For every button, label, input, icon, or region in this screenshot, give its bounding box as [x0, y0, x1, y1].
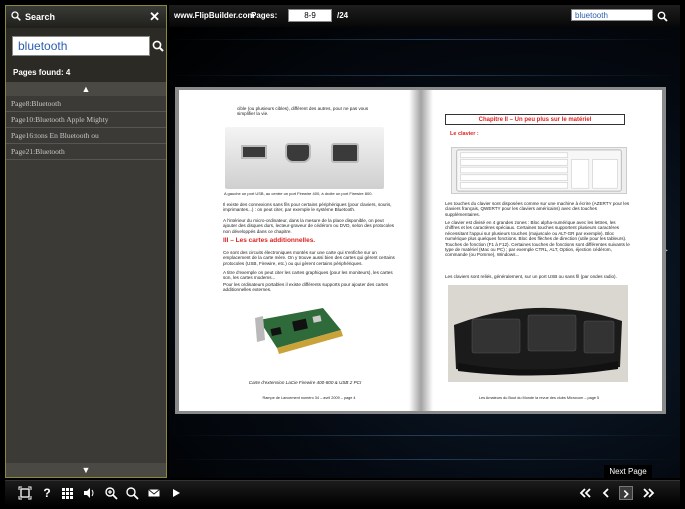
- search-row: [6, 30, 166, 62]
- section-heading: III – Les cartes additionnelles.: [223, 237, 316, 244]
- page-text: Pour les ordinateurs portables il existe…: [223, 282, 389, 293]
- first-page-icon[interactable]: [578, 486, 592, 500]
- book-spine: [409, 90, 433, 411]
- page-text: Les claviers sont reliés, généralement, …: [445, 274, 617, 279]
- search-panel: Search ✕ Pages found: 4 ▲ Page8:Bluetoot…: [5, 5, 167, 478]
- usb-firewire-ports-photo: [225, 127, 384, 189]
- microsoft-keyboard-photo: [448, 285, 628, 382]
- search-header: Search ✕: [6, 6, 166, 28]
- page-text: A titre d'exemple on peut citer les cart…: [223, 270, 393, 281]
- search-button-icon[interactable]: [152, 39, 164, 57]
- page-footer: Les Amateurs du Bout du Monde la revue d…: [478, 396, 600, 400]
- page-text: Les touches du clavier sont disposées co…: [445, 201, 630, 217]
- site-link[interactable]: www.FlipBuilder.com: [174, 11, 255, 20]
- search-icon[interactable]: [125, 486, 139, 500]
- search-result-item[interactable]: Page10:Bluetooth Apple Mighty: [6, 112, 166, 128]
- page-text: cible (ou plusieurs cibles), différent d…: [237, 106, 369, 117]
- sound-icon[interactable]: [82, 486, 96, 500]
- scroll-down-icon[interactable]: ▼: [6, 463, 166, 477]
- chapter-title-box: Chapitre II – Un peu plus sur le matérie…: [445, 114, 625, 125]
- search-result-item[interactable]: Page21:Bluetooth: [6, 144, 166, 160]
- email-icon[interactable]: [147, 486, 161, 500]
- background-streak: [169, 435, 680, 436]
- flipbook-app: Search ✕ Pages found: 4 ▲ Page8:Bluetoot…: [0, 0, 685, 509]
- page-footer: Rampe de Lancement numéro 34 – avril 200…: [262, 396, 356, 400]
- thumbnails-icon[interactable]: [60, 486, 74, 500]
- bottom-toolbar: ?: [5, 480, 680, 506]
- fit-icon[interactable]: [18, 486, 32, 500]
- page-text-highlighted: Il existe des connexions sans fils pour …: [223, 202, 392, 213]
- expansion-card-photo: [255, 308, 343, 354]
- background-streak: [169, 39, 680, 40]
- scroll-up-icon[interactable]: ▲: [6, 82, 166, 96]
- page-right[interactable]: Chapitre II – Un peu plus sur le matérie…: [421, 90, 662, 411]
- top-bar: www.FlipBuilder.com Pages: 8-9 /24 bluet…: [169, 5, 680, 27]
- search-result-item[interactable]: Page16:tons En Bluetooth ou: [6, 128, 166, 144]
- page-left[interactable]: cible (ou plusieurs cibles), différent d…: [179, 90, 421, 411]
- book: cible (ou plusieurs cibles), différent d…: [175, 87, 666, 414]
- zoom-in-icon[interactable]: [104, 486, 118, 500]
- search-title: Search: [25, 12, 56, 22]
- search-input[interactable]: [12, 36, 150, 56]
- keyboard-heading: Le clavier :: [450, 131, 479, 137]
- next-page-tooltip: Next Page: [604, 465, 652, 478]
- page-total: /24: [337, 11, 349, 20]
- page-text: Ce sont des circuits électroniques monté…: [223, 250, 395, 266]
- page-text: Le clavier est divisé en 4 grandes zones…: [445, 220, 630, 258]
- photo-caption: A gauche un port USB, au centre un port …: [224, 191, 373, 196]
- background-streak: [169, 459, 680, 460]
- photo-caption: Carte d'extension LaCie Firewire 400-800…: [248, 380, 362, 385]
- pages-label: Pages:: [251, 11, 278, 20]
- book-stage: ◀ ▶ cible (ou plusieurs cibles), différe…: [169, 27, 680, 478]
- autoplay-icon[interactable]: [169, 486, 183, 500]
- search-results-list: Page8:Bluetooth Page10:Bluetooth Apple M…: [6, 96, 166, 463]
- search-icon: [11, 11, 21, 23]
- help-icon[interactable]: ?: [40, 486, 54, 500]
- chapter-title: Chapitre II – Un peu plus sur le matérie…: [478, 117, 592, 123]
- last-page-icon[interactable]: [642, 486, 656, 500]
- prev-page-icon[interactable]: [599, 486, 613, 500]
- apple-keyboard-photo: [451, 147, 627, 194]
- top-search-icon[interactable]: [657, 9, 668, 27]
- next-page-icon[interactable]: [619, 486, 633, 500]
- close-icon[interactable]: ✕: [149, 9, 160, 25]
- page-text: A l'intérieur du micro-ordinateur, dans …: [223, 218, 395, 234]
- page-number-input[interactable]: 8-9: [288, 9, 332, 22]
- background-streak: [169, 75, 680, 76]
- pages-found-label: Pages found: 4: [13, 68, 71, 77]
- search-result-item[interactable]: Page8:Bluetooth: [6, 96, 166, 112]
- top-search-input[interactable]: bluetooth: [571, 9, 653, 21]
